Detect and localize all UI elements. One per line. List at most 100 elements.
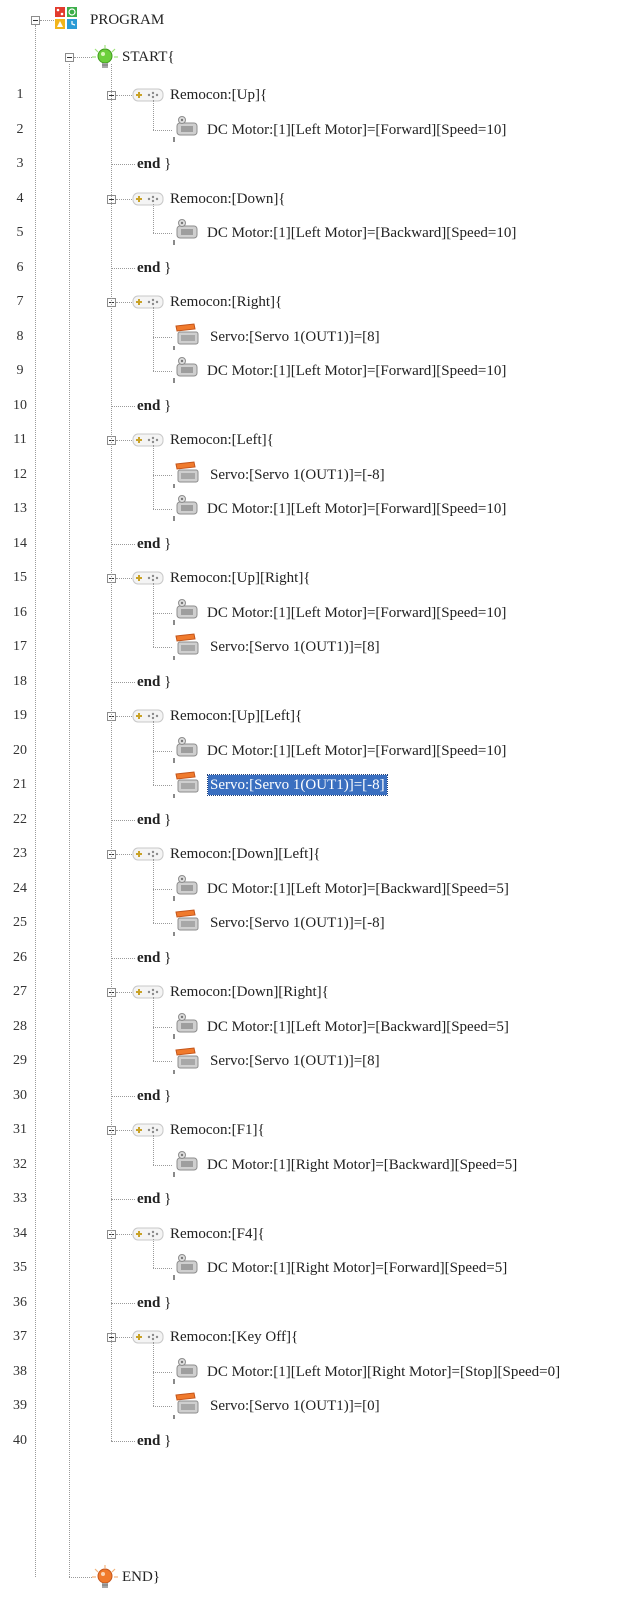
servo-command[interactable]: Servo:[Servo 1(OUT1)]=[-8] <box>208 913 387 933</box>
line-number: 39 <box>13 1398 27 1413</box>
block-end-label[interactable]: end } <box>135 396 173 416</box>
dc-motor-command[interactable]: DC Motor:[1][Left Motor]=[Forward][Speed… <box>205 120 508 140</box>
dc-motor-icon <box>173 1151 198 1177</box>
tree-connector <box>111 268 135 269</box>
dc-motor-command[interactable]: DC Motor:[1][Left Motor]=[Backward][Spee… <box>205 223 518 243</box>
dc-motor-command[interactable]: DC Motor:[1][Right Motor]=[Forward][Spee… <box>205 1258 509 1278</box>
servo-icon <box>173 1047 199 1074</box>
block-end-label[interactable]: end } <box>135 1431 173 1451</box>
dc-motor-command[interactable]: DC Motor:[1][Left Motor]=[Backward][Spee… <box>205 1017 511 1037</box>
remocon-block-label[interactable]: Remocon:[Up]{ <box>168 85 269 105</box>
tree-connector <box>153 647 172 648</box>
end-brace: } <box>160 1295 172 1311</box>
line-number: 18 <box>13 674 27 689</box>
servo-command[interactable]: Servo:[Servo 1(OUT1)]=[0] <box>208 1396 382 1416</box>
start-label[interactable]: START{ <box>120 47 177 67</box>
remocon-block-label[interactable]: Remocon:[F4]{ <box>168 1224 267 1244</box>
end-keyword: end <box>137 674 161 690</box>
remocon-block-label[interactable]: Remocon:[F1]{ <box>168 1120 267 1140</box>
block-end-label[interactable]: end } <box>135 534 173 554</box>
program-tree: PROGRAM START{1 Remocon:[Up]{2 DC Motor:[1]… <box>0 0 625 1610</box>
remocon-block-label[interactable]: Remocon:[Key Off]{ <box>168 1327 300 1347</box>
line-number: 1 <box>16 87 24 102</box>
block-end-label[interactable]: end } <box>135 154 173 174</box>
line-number: 40 <box>13 1433 27 1448</box>
dc-motor-command[interactable]: DC Motor:[1][Left Motor]=[Backward][Spee… <box>205 879 511 899</box>
dc-motor-icon <box>173 1254 198 1280</box>
dc-motor-command[interactable]: DC Motor:[1][Left Motor]=[Forward][Speed… <box>205 499 508 519</box>
block-end-label[interactable]: end } <box>135 1293 173 1313</box>
tree-connector <box>153 1061 172 1062</box>
line-number: 8 <box>16 329 24 344</box>
end-label[interactable]: END} <box>120 1567 162 1587</box>
end-keyword: end <box>137 156 161 172</box>
line-number: 34 <box>13 1226 27 1241</box>
remocon-block-label[interactable]: Remocon:[Down]{ <box>168 189 288 209</box>
start-collapse-toggle[interactable] <box>65 53 74 62</box>
line-number: 15 <box>13 570 27 585</box>
line-number: 17 <box>13 639 27 654</box>
tree-connector <box>153 509 172 510</box>
servo-icon <box>173 461 199 488</box>
tree-connector <box>153 1372 172 1373</box>
block-end-label[interactable]: end } <box>135 258 173 278</box>
remocon-block-label[interactable]: Remocon:[Down][Right]{ <box>168 982 331 1002</box>
dc-motor-command[interactable]: DC Motor:[1][Left Motor]=[Forward][Speed… <box>205 361 508 381</box>
tree-connector <box>153 751 172 752</box>
tree-connector <box>116 578 132 579</box>
tree-connector <box>153 100 154 130</box>
tree-connector <box>153 923 172 924</box>
end-brace: } <box>160 812 172 828</box>
remocon-block-label[interactable]: Remocon:[Up][Left]{ <box>168 706 304 726</box>
tree-connector <box>153 1239 154 1268</box>
dc-motor-icon <box>173 1358 198 1384</box>
end-brace: } <box>160 398 172 414</box>
servo-command[interactable]: Servo:[Servo 1(OUT1)]=[8] <box>208 327 382 347</box>
tree-connector <box>74 57 92 58</box>
block-end-label[interactable]: end } <box>135 810 173 830</box>
servo-command[interactable]: Servo:[Servo 1(OUT1)]=[8] <box>208 637 382 657</box>
tree-connector <box>111 958 135 959</box>
tree-connector <box>116 1130 132 1131</box>
tree-connector <box>153 613 172 614</box>
end-brace: } <box>160 1433 172 1449</box>
line-number: 7 <box>16 294 24 309</box>
block-end-label[interactable]: end } <box>135 1086 173 1106</box>
end-brace: } <box>160 260 172 276</box>
tree-connector <box>111 1441 135 1442</box>
remocon-icon <box>132 985 164 999</box>
remocon-block-label[interactable]: Remocon:[Right]{ <box>168 292 284 312</box>
block-end-label[interactable]: end } <box>135 948 173 968</box>
tree-connector <box>111 820 135 821</box>
remocon-block-label[interactable]: Remocon:[Up][Right]{ <box>168 568 313 588</box>
dc-motor-command[interactable]: DC Motor:[1][Left Motor]=[Forward][Speed… <box>205 741 508 761</box>
line-number: 9 <box>16 363 24 378</box>
dc-motor-command[interactable]: DC Motor:[1][Right Motor]=[Backward][Spe… <box>205 1155 519 1175</box>
dc-motor-command[interactable]: DC Motor:[1][Left Motor][Right Motor]=[S… <box>205 1362 562 1382</box>
tree-connector <box>69 64 70 1577</box>
block-end-label[interactable]: end } <box>135 672 173 692</box>
line-number: 16 <box>13 605 27 620</box>
program-collapse-toggle[interactable] <box>31 16 40 25</box>
servo-command[interactable]: Servo:[Servo 1(OUT1)]=[-8] <box>208 465 387 485</box>
tree-connector <box>153 204 154 233</box>
line-number: 37 <box>13 1329 27 1344</box>
tree-connector <box>153 721 154 785</box>
tree-connector <box>116 1234 132 1235</box>
remocon-icon <box>132 571 164 585</box>
tree-connector <box>111 682 135 683</box>
end-brace: } <box>160 536 172 552</box>
remocon-block-label[interactable]: Remocon:[Down][Left]{ <box>168 844 322 864</box>
remocon-icon <box>132 192 164 206</box>
line-number: 31 <box>13 1122 27 1137</box>
program-root-label[interactable]: PROGRAM <box>88 10 166 30</box>
block-end-label[interactable]: end } <box>135 1189 173 1209</box>
servo-command[interactable]: Servo:[Servo 1(OUT1)]=[8] <box>208 1051 382 1071</box>
remocon-block-label[interactable]: Remocon:[Left]{ <box>168 430 276 450</box>
dc-motor-icon <box>173 219 198 245</box>
program-icon <box>55 7 77 29</box>
dc-motor-icon <box>173 1013 198 1039</box>
servo-command[interactable]: Servo:[Servo 1(OUT1)]=[-8] <box>207 774 388 796</box>
dc-motor-command[interactable]: DC Motor:[1][Left Motor]=[Forward][Speed… <box>205 603 508 623</box>
end-bulb-icon <box>92 1565 118 1588</box>
